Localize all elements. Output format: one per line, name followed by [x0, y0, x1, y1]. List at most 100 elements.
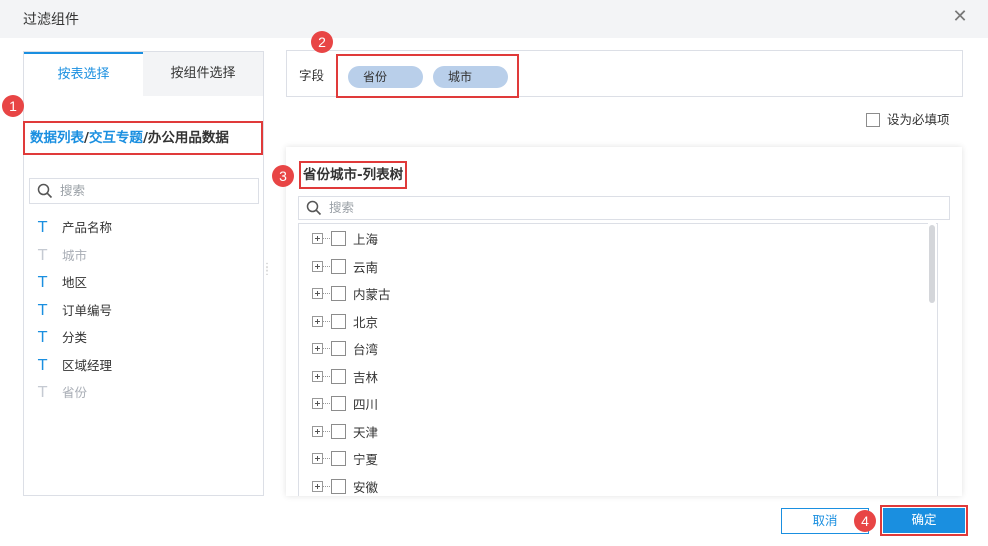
- chip-highlight-frame: 省份 城市: [336, 54, 519, 98]
- tree-connector: [323, 293, 330, 294]
- checkbox-icon[interactable]: [331, 368, 346, 384]
- field-item[interactable]: T 分类: [36, 324, 256, 352]
- tree-node[interactable]: 宁夏: [299, 446, 929, 474]
- annotation-badge-2: 2: [311, 31, 333, 53]
- expand-icon[interactable]: [312, 370, 323, 382]
- tree-node-label: 北京: [353, 314, 379, 330]
- tree-connector: [323, 348, 330, 349]
- tree-node[interactable]: 四川: [299, 391, 929, 419]
- field-label: 字段: [299, 68, 325, 83]
- tree-node[interactable]: 上海: [299, 226, 929, 254]
- expand-icon[interactable]: [312, 425, 323, 437]
- expand-icon[interactable]: [312, 233, 323, 244]
- breadcrumb-interaction-topic[interactable]: 交互专题: [89, 130, 143, 146]
- field-chip-city[interactable]: 城市: [433, 66, 508, 88]
- field-name: 区域经理: [62, 357, 113, 373]
- text-type-icon: T: [38, 218, 48, 236]
- tree-node[interactable]: 天津: [299, 419, 929, 447]
- tab-by-table[interactable]: 按表选择: [24, 52, 143, 96]
- field-name: 地区: [62, 275, 88, 290]
- checkbox-icon[interactable]: [331, 451, 346, 466]
- field-name: 省份: [62, 385, 88, 400]
- tree-node[interactable]: 云南: [299, 254, 929, 282]
- ok-button[interactable]: 确定: [883, 508, 965, 533]
- breadcrumb: 数据列表/交互专题/办公用品数据: [23, 121, 263, 155]
- tree-node-label: 宁夏: [353, 452, 379, 467]
- tree-node[interactable]: 北京: [299, 309, 929, 337]
- left-panel: 按表选择 按组件选择 搜索 T 产品名称 T 城市 T 地区 T 订单编号 T …: [23, 51, 264, 496]
- tree-connector: [323, 403, 330, 404]
- checkbox-icon[interactable]: [331, 231, 346, 246]
- field-name: 城市: [62, 247, 88, 263]
- tree-node[interactable]: 安徽: [299, 474, 929, 497]
- required-label: 设为必填项: [887, 112, 950, 127]
- tree-connector: [323, 430, 330, 432]
- tree-connector: [323, 375, 330, 377]
- field-search-input[interactable]: 搜索: [29, 178, 259, 204]
- tree-node-label: 云南: [353, 259, 379, 275]
- field-name: 产品名称: [62, 220, 113, 235]
- checkbox-icon[interactable]: [331, 396, 346, 411]
- tree-scrollbar[interactable]: [928, 223, 936, 496]
- checkbox-icon[interactable]: [331, 286, 346, 301]
- checkbox-icon[interactable]: [331, 423, 346, 439]
- tree-preview-card: 省份城市-列表树 搜索 上海 云南 内蒙古 北京 台湾 吉林 四川 天津 宁夏 …: [286, 147, 962, 496]
- resize-handle[interactable]: ⋮ ⋮: [262, 263, 272, 280]
- search-placeholder: 搜索: [329, 200, 355, 215]
- checkbox-icon[interactable]: [331, 313, 346, 329]
- field-chip-province[interactable]: 省份: [348, 66, 423, 88]
- expand-icon[interactable]: [312, 398, 323, 409]
- field-name: 订单编号: [62, 302, 113, 318]
- close-icon[interactable]: ✕: [951, 8, 969, 26]
- field-drop-bar[interactable]: 字段 省份 城市: [286, 50, 963, 98]
- scrollbar-thumb[interactable]: [929, 225, 935, 303]
- field-item[interactable]: T 省份: [36, 379, 256, 407]
- tab-by-component[interactable]: 按组件选择: [143, 52, 263, 96]
- text-type-icon: T: [38, 245, 48, 264]
- tree-connector: [323, 485, 330, 487]
- tree-node-label: 吉林: [353, 369, 379, 385]
- field-item[interactable]: T 产品名称: [36, 214, 256, 242]
- expand-icon[interactable]: [312, 453, 323, 464]
- tree-node[interactable]: 台湾: [299, 336, 929, 364]
- text-type-icon: T: [38, 328, 48, 346]
- field-item[interactable]: T 订单编号: [36, 297, 256, 325]
- tree-node[interactable]: 吉林: [299, 364, 929, 392]
- checkbox-icon[interactable]: [866, 113, 880, 127]
- field-item[interactable]: T 地区: [36, 269, 256, 297]
- text-type-icon: T: [38, 300, 48, 319]
- search-placeholder: 搜索: [60, 183, 86, 198]
- dialog-title: 过滤组件: [23, 12, 79, 28]
- tree-node-label: 上海: [353, 232, 379, 247]
- checkbox-icon[interactable]: [331, 478, 346, 494]
- expand-icon[interactable]: [312, 315, 323, 327]
- tree-title: 省份城市-列表树: [299, 161, 408, 189]
- tree-node[interactable]: 内蒙古: [299, 281, 929, 309]
- tree-connector: [323, 238, 330, 239]
- breadcrumb-data-list[interactable]: 数据列表: [30, 130, 84, 146]
- expand-icon[interactable]: [312, 260, 323, 272]
- breadcrumb-current: 办公用品数据: [147, 130, 229, 146]
- search-icon: [37, 183, 53, 199]
- dialog-titlebar: 过滤组件 ✕: [0, 0, 988, 38]
- text-type-icon: T: [38, 383, 48, 401]
- tree-search-input[interactable]: 搜索: [298, 196, 950, 220]
- expand-icon[interactable]: [312, 480, 323, 492]
- tree-connector: [323, 320, 330, 322]
- annotation-badge-3: 3: [272, 165, 294, 187]
- field-item[interactable]: T 区域经理: [36, 352, 256, 380]
- text-type-icon: T: [38, 273, 48, 291]
- text-type-icon: T: [38, 355, 48, 374]
- checkbox-icon[interactable]: [331, 341, 346, 356]
- tree-node-label: 台湾: [353, 342, 379, 357]
- expand-icon[interactable]: [312, 288, 323, 299]
- expand-icon[interactable]: [312, 343, 323, 354]
- tree-connector: [323, 458, 330, 459]
- tree-node-label: 四川: [353, 397, 379, 412]
- tree-node-label: 内蒙古: [353, 287, 391, 302]
- checkbox-icon[interactable]: [331, 258, 346, 274]
- field-item[interactable]: T 城市: [36, 242, 256, 270]
- tree-connector: [323, 265, 330, 267]
- field-list: T 产品名称 T 城市 T 地区 T 订单编号 T 分类 T 区域经理 T 省份: [36, 214, 256, 407]
- annotation-badge-4: 4: [854, 510, 876, 532]
